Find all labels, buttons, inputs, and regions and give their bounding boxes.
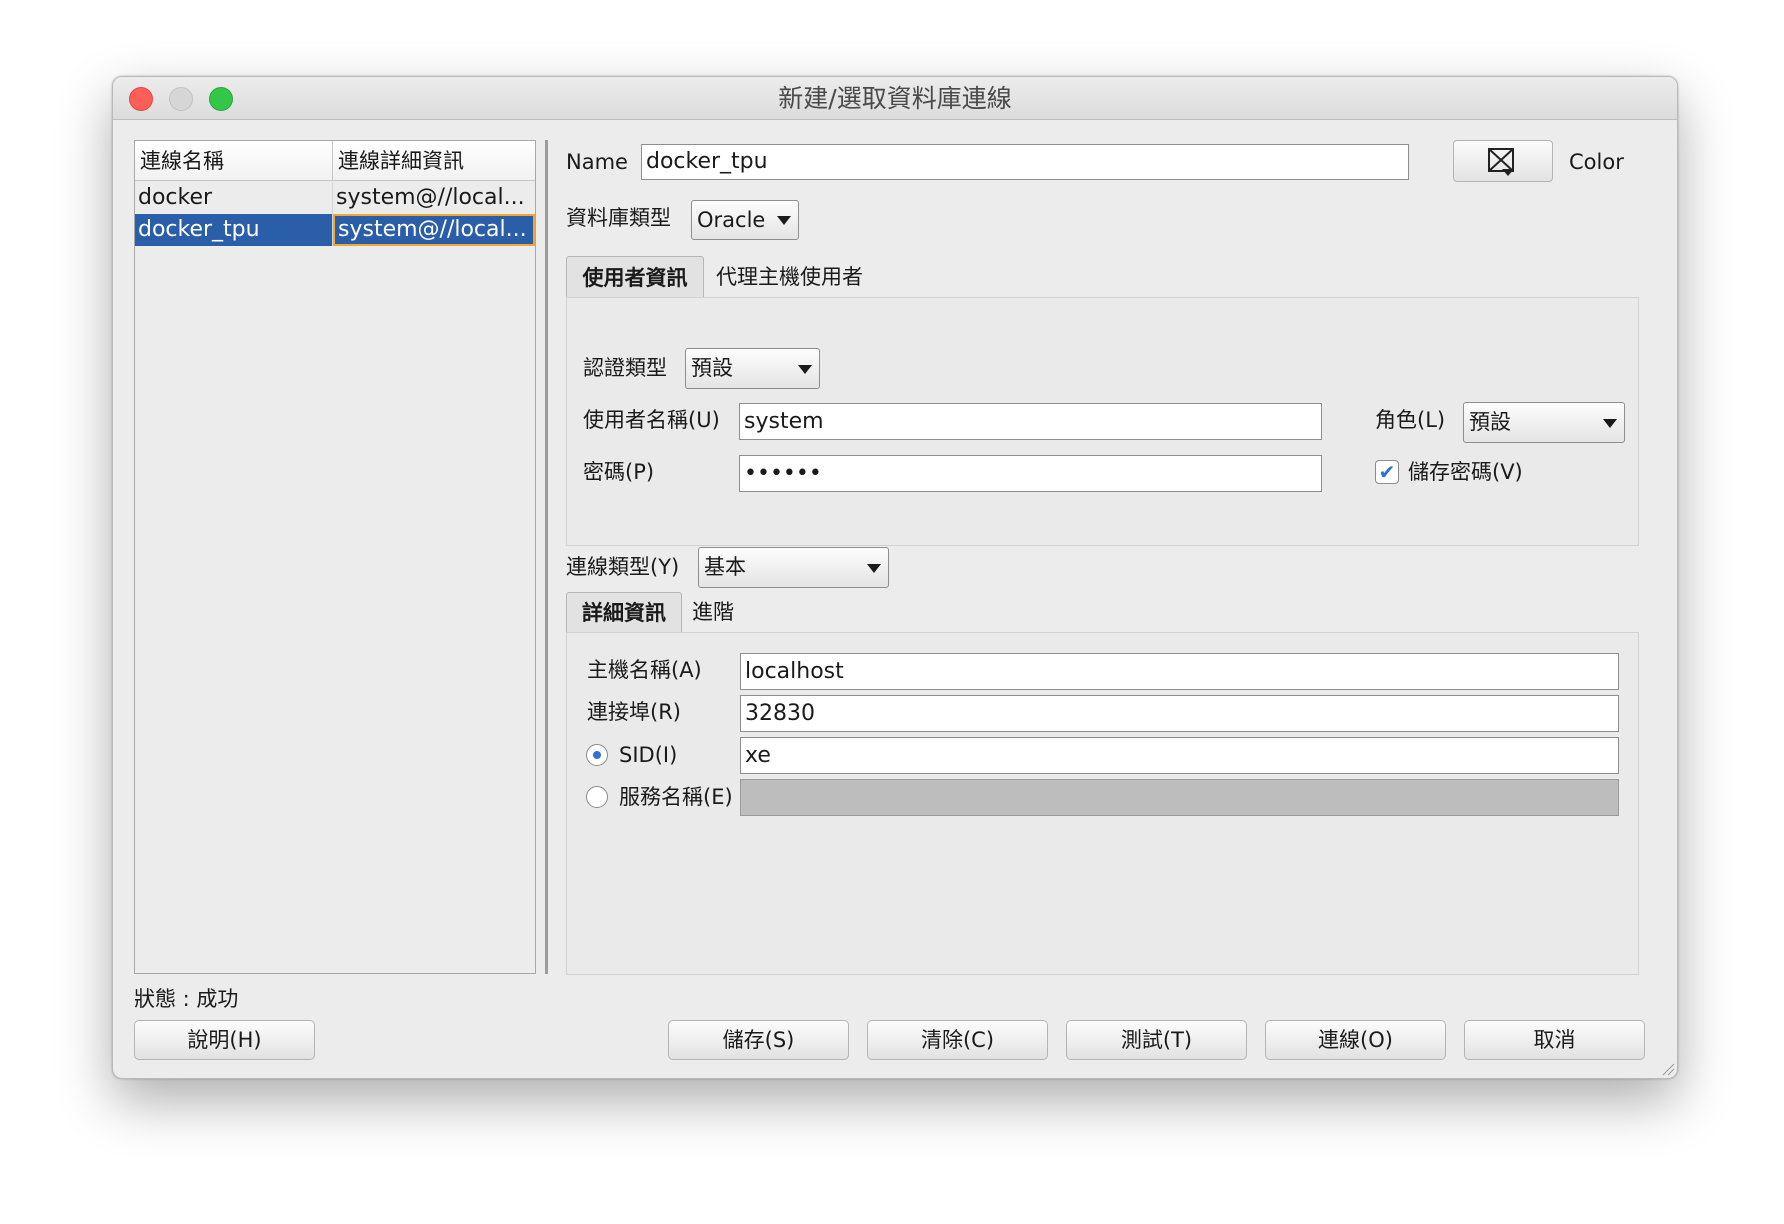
connection-name-cell[interactable]: docker_tpu xyxy=(135,214,333,246)
close-window-button[interactable] xyxy=(129,87,153,111)
host-input[interactable]: localhost xyxy=(740,653,1619,690)
connection-dialog: 新建/選取資料庫連線 連線名稱 連線詳細資訊 docker system@//l… xyxy=(112,76,1678,1079)
connection-details-cell[interactable]: system@//local... xyxy=(333,214,535,246)
save-password-checkbox[interactable]: ✔ xyxy=(1375,460,1399,484)
resize-grip-icon[interactable] xyxy=(1661,1062,1675,1076)
port-input[interactable]: 32830 xyxy=(740,695,1619,732)
name-label: Name xyxy=(566,150,628,174)
name-input[interactable]: docker_tpu xyxy=(641,144,1409,180)
password-input[interactable]: •••••• xyxy=(739,455,1322,492)
column-header-details[interactable]: 連線詳細資訊 xyxy=(333,141,535,181)
chevron-down-icon xyxy=(1603,418,1617,428)
tab-details[interactable]: 詳細資訊 xyxy=(566,592,682,633)
sid-label: SID(I) xyxy=(619,743,678,767)
save-button[interactable]: 儲存(S) xyxy=(668,1020,849,1060)
role-label: 角色(L) xyxy=(1375,408,1446,432)
sid-radio[interactable] xyxy=(586,744,608,766)
cancel-button[interactable]: 取消 xyxy=(1464,1020,1645,1060)
port-label: 連接埠(R) xyxy=(587,700,681,724)
window-title: 新建/選取資料庫連線 xyxy=(778,84,1012,113)
conn-type-select[interactable]: 基本 xyxy=(698,547,889,588)
db-type-value: Oracle xyxy=(697,208,766,232)
sid-input[interactable]: xe xyxy=(740,737,1619,774)
split-pane-divider[interactable] xyxy=(545,140,548,974)
username-input[interactable]: system xyxy=(739,403,1322,440)
table-row[interactable]: docker system@//local... xyxy=(135,182,535,214)
status-text: 狀態 : 成功 xyxy=(134,987,239,1011)
help-button[interactable]: 說明(H) xyxy=(134,1020,315,1060)
save-password-label: 儲存密碼(V) xyxy=(1408,460,1523,484)
service-name-radio[interactable] xyxy=(586,786,608,808)
clear-button[interactable]: 清除(C) xyxy=(867,1020,1048,1060)
connection-details-cell[interactable]: system@//local... xyxy=(333,182,535,214)
auth-type-label: 認證類型 xyxy=(583,356,667,380)
color-label: Color xyxy=(1569,150,1624,174)
role-value: 預設 xyxy=(1469,410,1511,434)
password-label: 密碼(P) xyxy=(583,460,655,484)
tab-user-info[interactable]: 使用者資訊 xyxy=(566,256,704,298)
conn-type-label: 連線類型(Y) xyxy=(566,555,680,579)
chevron-down-icon xyxy=(777,216,791,225)
auth-type-select[interactable]: 預設 xyxy=(685,348,820,389)
conn-type-value: 基本 xyxy=(704,555,746,579)
role-select[interactable]: 預設 xyxy=(1463,402,1625,443)
service-name-input xyxy=(740,779,1619,816)
color-picker-button[interactable] xyxy=(1453,140,1553,182)
db-type-label: 資料庫類型 xyxy=(566,206,671,230)
zoom-window-button[interactable] xyxy=(209,87,233,111)
tab-advanced[interactable]: 進階 xyxy=(692,592,734,633)
column-header-name[interactable]: 連線名稱 xyxy=(135,141,333,181)
title-bar: 新建/選取資料庫連線 xyxy=(113,77,1677,120)
table-row-selected[interactable]: docker_tpu system@//local... xyxy=(135,214,535,246)
connect-button[interactable]: 連線(O) xyxy=(1265,1020,1446,1060)
service-name-label: 服務名稱(E) xyxy=(619,785,733,809)
tab-proxy-user[interactable]: 代理主機使用者 xyxy=(716,256,863,298)
host-label: 主機名稱(A) xyxy=(587,658,702,682)
connection-name-cell[interactable]: docker xyxy=(135,182,333,214)
test-button[interactable]: 測試(T) xyxy=(1066,1020,1247,1060)
connection-table[interactable]: 連線名稱 連線詳細資訊 docker system@//local... doc… xyxy=(134,140,536,974)
chevron-down-icon xyxy=(798,364,812,374)
auth-type-value: 預設 xyxy=(691,356,733,380)
db-type-select[interactable]: Oracle xyxy=(691,200,799,240)
chevron-down-icon xyxy=(867,563,881,573)
color-picker-icon xyxy=(1488,148,1514,176)
minimize-window-button[interactable] xyxy=(169,87,193,111)
username-label: 使用者名稱(U) xyxy=(583,408,720,432)
